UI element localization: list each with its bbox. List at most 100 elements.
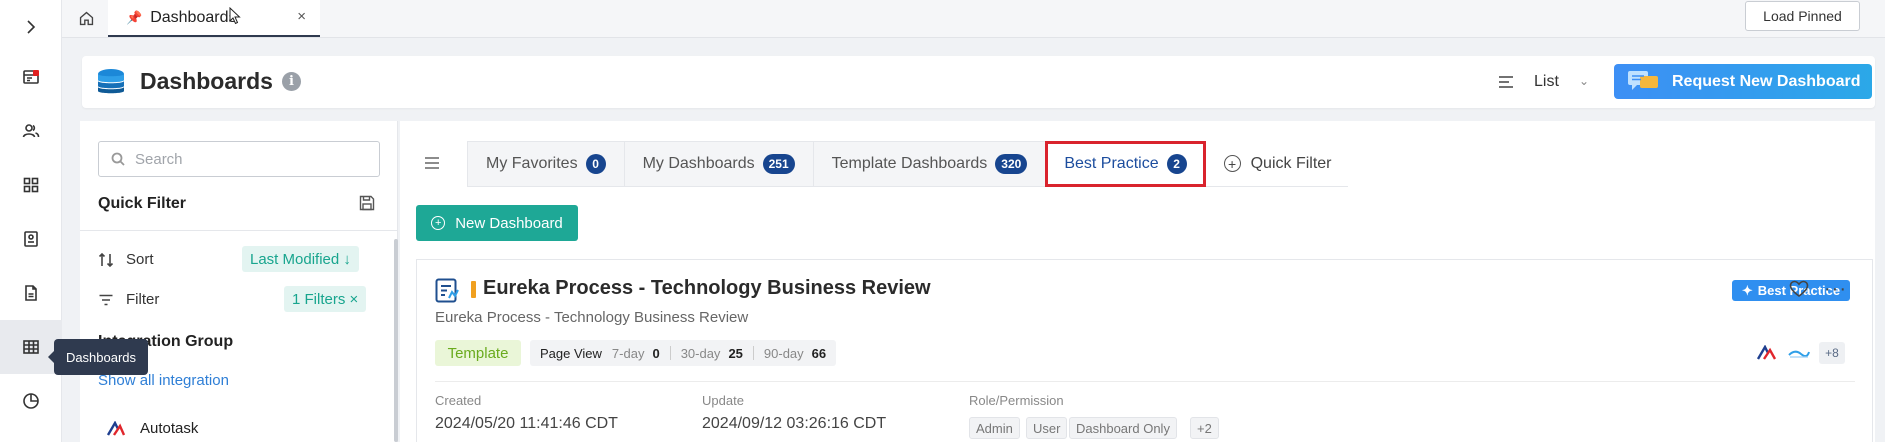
filter-icon [99, 294, 113, 305]
list-view-icon[interactable] [1496, 72, 1516, 92]
heart-icon[interactable] [1789, 280, 1809, 298]
tab-my-dashboards[interactable]: My Dashboards 251 [623, 141, 813, 187]
close-icon[interactable]: × [297, 8, 306, 25]
add-quick-filter-button[interactable]: + Quick Filter [1205, 141, 1348, 187]
role-permission-label: Role/Permission [969, 393, 1064, 408]
pv-7-value: 0 [652, 345, 660, 361]
role-chip: User [1026, 417, 1068, 439]
rail-item-documents[interactable] [0, 266, 62, 320]
sort-label: Sort [126, 251, 154, 268]
tab-count-badge: 251 [762, 154, 795, 174]
sparkle-icon: ✦ [1741, 282, 1753, 298]
pv-90-label: 90-day [763, 345, 804, 361]
tab-template-dashboards-label: Template Dashboards [831, 155, 988, 172]
template-tag: Template [435, 340, 521, 366]
autotask-logo-icon [1756, 345, 1777, 360]
pv-90-value: 66 [811, 345, 827, 361]
hamburger-icon[interactable] [423, 155, 441, 171]
home-button[interactable] [72, 4, 100, 32]
panel-scrollbar[interactable] [394, 239, 398, 442]
main-content: My Favorites 0 My Dashboards 251 Templat… [400, 121, 1875, 442]
page-title: Dashboards [140, 68, 273, 94]
role-chip-more[interactable]: +2 [1190, 417, 1219, 439]
sort-row[interactable]: Sort [98, 251, 154, 268]
search-placeholder: Search [135, 150, 183, 168]
dashboard-title[interactable]: Eureka Process - Technology Business Rev… [483, 277, 931, 300]
new-dashboard-button[interactable]: + New Dashboard [416, 205, 578, 241]
more-integrations-badge[interactable]: +8 [1819, 342, 1845, 364]
tab-count-badge: 0 [585, 154, 606, 174]
rail-item-reports[interactable] [0, 50, 62, 104]
card-divider [435, 381, 1855, 382]
dashboard-card[interactable]: Eureka Process - Technology Business Rev… [416, 259, 1873, 442]
created-label: Created [435, 393, 482, 408]
chevron-down-icon[interactable]: ⌄ [1579, 74, 1589, 88]
tab-best-practice[interactable]: Best Practice 2 [1045, 141, 1206, 187]
separator [669, 346, 671, 360]
filter-label: Filter [126, 291, 160, 308]
grid-icon [23, 177, 39, 193]
update-label: Update [702, 393, 744, 408]
tab-template-dashboards[interactable]: Template Dashboards 320 [812, 141, 1046, 187]
search-input[interactable]: Search [98, 141, 380, 177]
pie-chart-icon [23, 393, 39, 409]
tab-my-favorites[interactable]: My Favorites 0 [467, 141, 624, 187]
save-icon[interactable] [358, 194, 376, 212]
tab-best-practice-label: Best Practice [1064, 155, 1159, 172]
tab-dashboards-label: Dashboards [150, 8, 237, 26]
document-icon [25, 285, 37, 301]
info-icon[interactable]: i [282, 72, 301, 91]
sort-chip[interactable]: Last Modified ↓ [242, 246, 359, 272]
view-mode-select[interactable]: List [1534, 73, 1559, 91]
rail-item-users[interactable] [0, 104, 62, 158]
autotask-logo-icon [106, 420, 126, 436]
quick-filter-label: Quick Filter [1250, 154, 1332, 172]
request-new-dashboard-button[interactable]: Request New Dashboard [1614, 64, 1872, 99]
panel-divider [80, 230, 398, 231]
pushpin-icon: 📌 [126, 9, 143, 25]
created-value: 2024/05/20 11:41:46 CDT [435, 415, 618, 432]
home-icon [79, 11, 93, 25]
partner-logo-icon [1788, 350, 1810, 358]
new-dashboard-label: New Dashboard [455, 214, 563, 232]
expand-rail-button[interactable] [0, 0, 62, 54]
pv-7-label: 7-day [611, 345, 645, 361]
rail-item-dashboards[interactable] [0, 320, 62, 374]
left-rail [0, 0, 62, 442]
filter-panel: Search Quick Filter Sort Last Modified ↓… [80, 121, 398, 442]
tab-count-badge: 320 [995, 154, 1028, 174]
load-pinned-button[interactable]: Load Pinned [1745, 1, 1860, 31]
filter-row[interactable]: Filter [98, 291, 159, 308]
rail-item-forms[interactable] [0, 212, 62, 266]
more-options-icon[interactable]: ··· [1824, 279, 1847, 299]
dashboards-tooltip: Dashboards [48, 339, 148, 375]
table-icon [23, 340, 39, 354]
page-view-label: Page View [540, 345, 602, 361]
sort-icon [98, 252, 114, 267]
rail-item-apps[interactable] [0, 158, 62, 212]
chevron-right-icon [27, 20, 36, 34]
separator [752, 346, 754, 360]
autotask-label: Autotask [140, 420, 199, 437]
rail-item-analytics[interactable] [0, 374, 62, 428]
request-new-dashboard-label: Request New Dashboard [1672, 72, 1861, 90]
form-icon [24, 231, 38, 247]
tab-my-favorites-label: My Favorites [486, 155, 578, 172]
pv-30-label: 30-day [680, 345, 721, 361]
mouse-cursor-icon [229, 7, 241, 25]
chat-request-icon [1628, 71, 1658, 90]
color-marker [471, 281, 476, 298]
filter-chip[interactable]: 1 Filters × [284, 286, 367, 312]
dashboard-doc-icon [435, 278, 459, 303]
integration-logos: +8 [1755, 342, 1845, 364]
tab-my-dashboards-label: My Dashboards [642, 155, 755, 172]
integration-item-autotask[interactable]: Autotask [106, 420, 198, 437]
database-icon [98, 69, 124, 94]
plus-circle-icon: + [1223, 155, 1241, 172]
tab-dashboards[interactable]: 📌 Dashboards × [108, 0, 320, 37]
quick-filter-title: Quick Filter [98, 195, 187, 212]
dashboard-subtitle: Eureka Process - Technology Business Rev… [435, 309, 749, 326]
page-view-stats: Page View 7-day 0 30-day 25 90-day 66 [530, 340, 837, 366]
plus-circle-icon: + [431, 216, 446, 230]
tab-strip: 📌 Dashboards × Load Pinned [62, 0, 1885, 38]
